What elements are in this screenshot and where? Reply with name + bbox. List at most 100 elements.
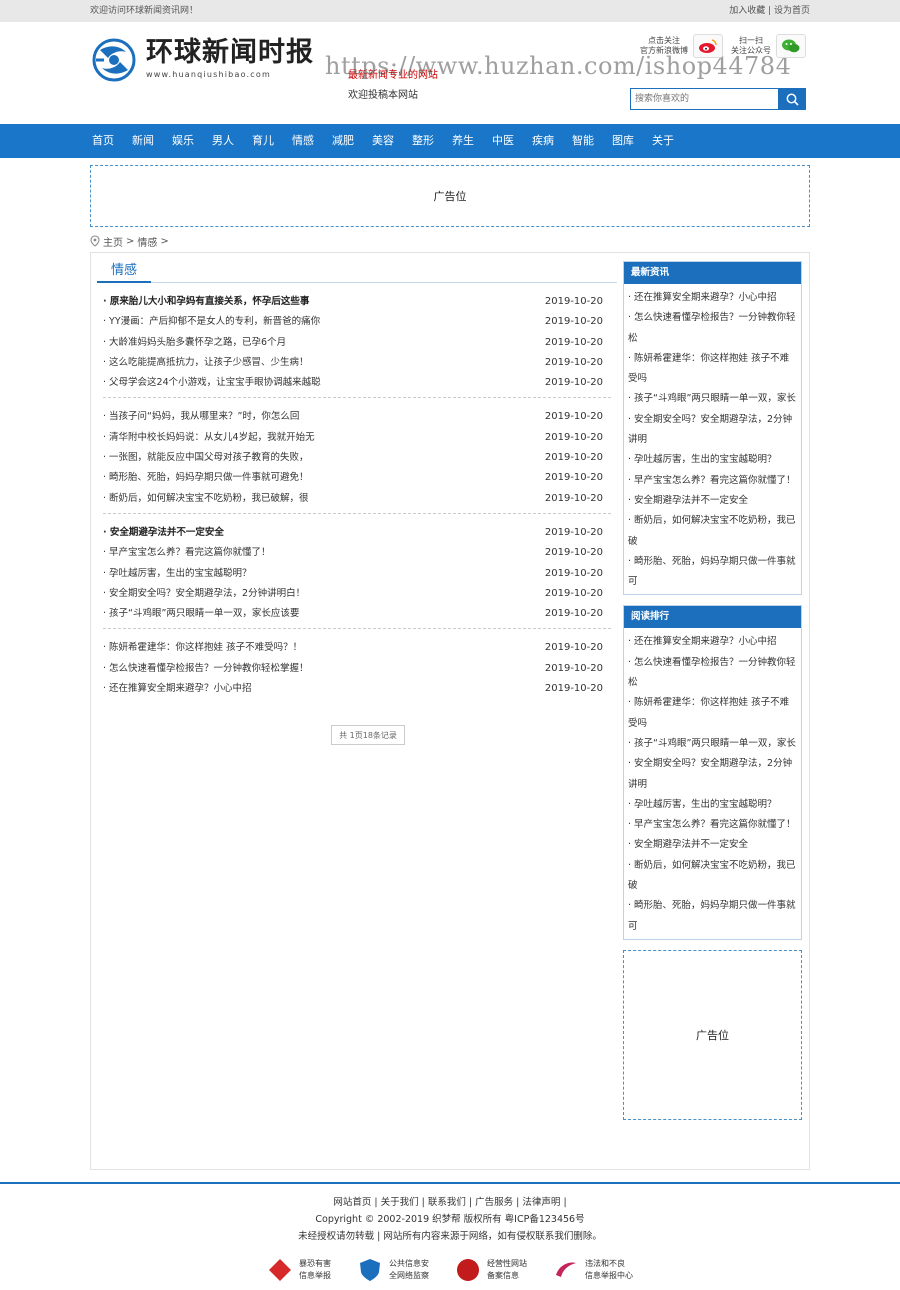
sidebar-news-link[interactable]: 早产宝宝怎么养？看完这篇你就懂了！ [628, 471, 797, 491]
nav-item[interactable]: 首页 [92, 124, 114, 158]
breadcrumb-home[interactable]: 主页 [103, 234, 123, 249]
article-title-link[interactable]: 还在推算安全期来避孕？小心中招 [103, 679, 252, 699]
wechat-follow[interactable]: 扫一扫 关注公众号 [731, 34, 806, 58]
sidebar-news-link[interactable]: 陈妍希霍建华：你这样抱娃 孩子不难受吗 [628, 349, 797, 390]
article-row: 断奶后，如何解决宝宝不吃奶粉，我已破解，很 2019-10-20 [103, 489, 611, 509]
sidebar-news-link[interactable]: 陈妍希霍建华：你这样抱娃 孩子不难受吗 [628, 693, 797, 734]
article-title-link[interactable]: 安全期安全吗？安全期避孕法，2分钟讲明白！ [103, 584, 305, 604]
footer-link[interactable]: 广告服务 [475, 1197, 513, 1208]
article-title-link[interactable]: 断奶后，如何解决宝宝不吃奶粉，我已破解，很 [103, 489, 309, 509]
article-row: 这么吃能提高抵抗力，让孩子少感冒、少生病！ 2019-10-20 [103, 353, 611, 373]
nav-item[interactable]: 智能 [572, 124, 594, 158]
nav-item[interactable]: 整形 [412, 124, 434, 158]
article-row: 孩子“斗鸡眼”两只眼睛一单一双，家长应该要 2019-10-20 [103, 604, 611, 624]
nav-item[interactable]: 娱乐 [172, 124, 194, 158]
top-bar: 欢迎访问环球新闻资讯网！ 加入收藏 | 设为首页 [0, 0, 900, 22]
site-logo[interactable]: 环球新闻时报 www.huanqiushibao.com [90, 36, 314, 84]
article-title-link[interactable]: YY漫画：产后抑郁不是女人的专利，新晋爸的痛你 [103, 312, 320, 332]
footer-notice: 未经授权请勿转载 | 网站所有内容来源于网络，如有侵权联系我们删除。 [298, 1231, 602, 1242]
footer-badge-line1: 暴恐有害 [299, 1259, 331, 1268]
search-button[interactable] [778, 88, 806, 110]
header-slogan: 最新新闻专业的网站 [348, 70, 438, 81]
footer-badge-line2: 信息举报 [299, 1271, 331, 1280]
footer-badge[interactable]: 违法和不良信息举报中心 [553, 1257, 633, 1283]
top-welcome-text: 欢迎访问环球新闻资讯网！ [90, 6, 199, 16]
sidebar-news-link[interactable]: 孩子“斗鸡眼”两只眼睛一单一双，家长 [628, 389, 797, 409]
sidebar-ad-slot[interactable]: 广告位 [623, 949, 802, 1120]
homepage-link[interactable]: 设为首页 [774, 6, 810, 16]
sidebar-news-link[interactable]: 孩子“斗鸡眼”两只眼睛一单一双，家长 [628, 734, 797, 754]
sidebar-news-link[interactable]: 还在推算安全期来避孕？小心中招 [628, 632, 797, 652]
footer-badge-line1: 公共信息安 [389, 1259, 429, 1268]
article-title-link[interactable]: 安全期避孕法并不一定安全 [103, 523, 224, 543]
sidebar-news-link[interactable]: 断奶后，如何解决宝宝不吃奶粉，我已破 [628, 856, 797, 897]
nav-item[interactable]: 养生 [452, 124, 474, 158]
nav-item[interactable]: 中医 [492, 124, 514, 158]
weibo-icon[interactable] [693, 34, 723, 58]
article-title-link[interactable]: 孕吐越厉害，生出的宝宝越聪明？ [103, 564, 252, 584]
footer-badge[interactable]: 公共信息安全网络监察 [357, 1257, 429, 1283]
nav-item[interactable]: 图库 [612, 124, 634, 158]
footer-badge[interactable]: 暴恐有害 信息举报 [267, 1257, 331, 1283]
sidebar-news-link[interactable]: 安全期安全吗？安全期避孕法，2分钟讲明 [628, 754, 797, 795]
sidebar-news-link[interactable]: 安全期避孕法并不一定安全 [628, 835, 797, 855]
sidebar-news-link[interactable]: 断奶后，如何解决宝宝不吃奶粉，我已破 [628, 511, 797, 552]
sidebar-news-link[interactable]: 孕吐越厉害，生出的宝宝越聪明？ [628, 450, 797, 470]
sidebar-news-link[interactable]: 畸形胎、死胎，妈妈孕期只做一件事就可 [628, 552, 797, 593]
footer-badges: 暴恐有害 信息举报 公共信息安 全网络监察 经营性网站 备案信息 违法和不良 信息举报中心 [0, 1257, 900, 1283]
report-diamond-icon [269, 1259, 291, 1281]
sidebar-news-link[interactable]: 安全期避孕法并不一定安全 [628, 491, 797, 511]
footer-link[interactable]: 联系我们 [428, 1197, 466, 1208]
sidebar-news-link[interactable]: 还在推算安全期来避孕？小心中招 [628, 288, 797, 308]
article-title-link[interactable]: 原来胎儿大小和孕妈有直接关系，怀孕后这些事 [103, 292, 310, 312]
wechat-icon[interactable] [776, 34, 806, 58]
latest-news-title: 最新资讯 [624, 262, 801, 284]
article-title-link[interactable]: 父母学会这24个小游戏，让宝宝手眼协调越来越聪 [103, 373, 321, 393]
sidebar-news-link[interactable]: 安全期安全吗？安全期避孕法，2分钟讲明 [628, 410, 797, 451]
footer-link[interactable]: 网站首页 [333, 1197, 371, 1208]
article-date: 2019-10-20 [544, 296, 603, 307]
nav-item[interactable]: 育儿 [252, 124, 274, 158]
article-title-link[interactable]: 怎么快速看懂孕检报告？一分钟教你轻松掌握！ [103, 659, 309, 679]
nav-item[interactable]: 疾病 [532, 124, 554, 158]
footer-badge-line2: 全网络监察 [389, 1271, 429, 1280]
article-title-link[interactable]: 一张图，就能反应中国父母对孩子教育的失败， [103, 448, 309, 468]
search-input[interactable] [630, 88, 778, 110]
nav-item[interactable]: 美容 [372, 124, 394, 158]
article-title-link[interactable]: 孩子“斗鸡眼”两只眼睛一单一双，家长应该要 [103, 604, 299, 624]
article-date: 2019-10-20 [544, 431, 603, 443]
sidebar-news-link[interactable]: 孕吐越厉害，生出的宝宝越聪明？ [628, 795, 797, 815]
article-title-link[interactable]: 大龄准妈妈头胎多囊怀孕之路，已孕6个月 [103, 333, 286, 353]
footer-link[interactable]: 法律声明 [522, 1197, 560, 1208]
logo-chinese-name: 环球新闻时报 [146, 37, 314, 68]
article-row: 畸形胎、死胎，妈妈孕期只做一件事就可避免！ 2019-10-20 [103, 468, 611, 488]
sidebar-news-link[interactable]: 畸形胎、死胎，妈妈孕期只做一件事就可 [628, 896, 797, 937]
sidebar-news-link[interactable]: 怎么快速看懂孕检报告？一分钟教你轻松 [628, 308, 797, 349]
nav-item[interactable]: 男人 [212, 124, 234, 158]
article-date: 2019-10-20 [544, 608, 603, 620]
sidebar-news-link[interactable]: 怎么快速看懂孕检报告？一分钟教你轻松 [628, 653, 797, 694]
footer-link[interactable]: 关于我们 [381, 1197, 419, 1208]
nav-item[interactable]: 关于 [652, 124, 674, 158]
breadcrumb-category[interactable]: 情感 [137, 234, 157, 249]
article-title-link[interactable]: 这么吃能提高抵抗力，让孩子少感冒、少生病！ [103, 353, 309, 373]
article-title-link[interactable]: 陈妍希霍建华：你这样抱娃 孩子不难受吗？！ [103, 638, 302, 658]
footer-badge[interactable]: 经营性网站 备案信息 [455, 1257, 527, 1283]
article-title-link[interactable]: 畸形胎、死胎，妈妈孕期只做一件事就可避免！ [103, 468, 309, 488]
footer-badge-line2: 信息举报中心 [585, 1271, 633, 1280]
article-date: 2019-10-20 [544, 356, 603, 368]
latest-news-box: 最新资讯 还在推算安全期来避孕？小心中招怎么快速看懂孕检报告？一分钟教你轻松陈妍… [623, 261, 802, 596]
article-date: 2019-10-20 [544, 526, 603, 538]
sidebar-news-link[interactable]: 早产宝宝怎么养？看完这篇你就懂了！ [628, 815, 797, 835]
top-ad-slot[interactable]: 广告位 [90, 165, 810, 227]
nav-item[interactable]: 减肥 [332, 124, 354, 158]
article-title-link[interactable]: 当孩子问“妈妈，我从哪里来？”时，你怎么回 [103, 407, 299, 427]
footer-badge-line1: 违法和不良 [585, 1259, 625, 1268]
bookmark-link[interactable]: 加入收藏 [729, 6, 765, 16]
article-title-link[interactable]: 早产宝宝怎么养？看完这篇你就懂了！ [103, 543, 271, 563]
article-title-link[interactable]: 清华附中校长妈妈说：从女儿4岁起，我就开始无 [103, 428, 315, 448]
nav-item[interactable]: 新闻 [132, 124, 154, 158]
nav-item[interactable]: 情感 [292, 124, 314, 158]
weibo-follow[interactable]: 点击关注 官方新浪微博 [640, 34, 723, 58]
article-group: 安全期避孕法并不一定安全 2019-10-20 早产宝宝怎么养？看完这篇你就懂了！ 2… [103, 514, 611, 630]
